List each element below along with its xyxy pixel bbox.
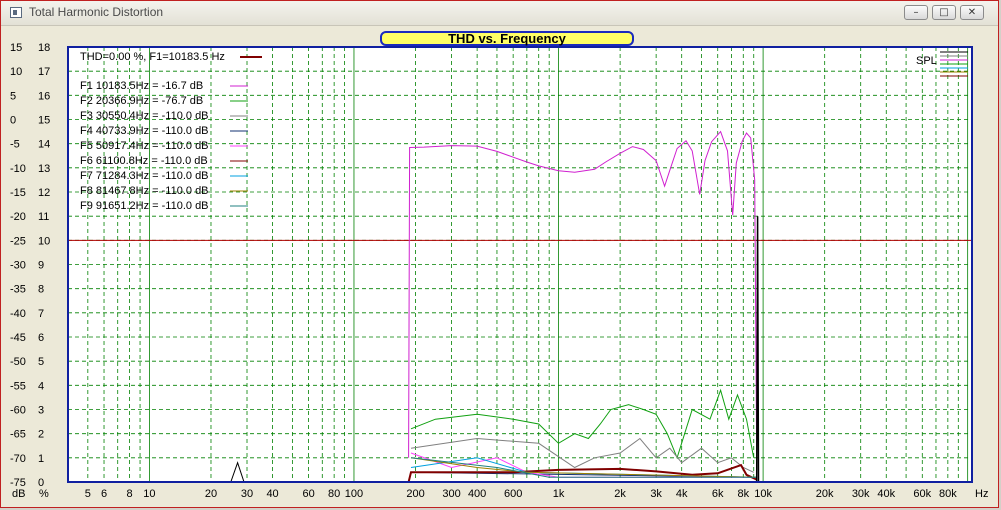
thd-chart: 15 1810 175 160 15-5 14-10 13-15 12-20 11-25 10-3… [10, 42, 988, 500]
y-tick-label-pct: 2 [38, 429, 44, 441]
legend-entry-label: F5 50917.4Hz = -110.0 dB [80, 140, 209, 152]
y-tick-label-db: -15 [10, 187, 26, 199]
x-tick-label: 80 [328, 488, 340, 500]
y-tick-label-db: 10 [10, 66, 22, 78]
y-tick-label-pct: 6 [38, 332, 44, 344]
y-tick-label-db: -50 [10, 356, 26, 368]
y-tick-label-db: 5 [10, 90, 16, 102]
thd-label: THD=0.00 %, F1=10183.5 Hz [80, 51, 225, 63]
y-tick-label-db: -20 [10, 211, 26, 223]
y-tick-label-pct: 11 [38, 211, 49, 223]
x-tick-label: 300 [442, 488, 460, 500]
y-tick-label-pct: 13 [38, 163, 50, 175]
x-tick-label: 2k [614, 488, 626, 500]
x-tick-label: 60k [913, 488, 931, 500]
y-tick-label-pct: 18 [38, 42, 50, 54]
x-axis-unit: Hz [975, 488, 988, 500]
y-tick-label-pct: 14 [38, 139, 50, 151]
x-tick-label: 200 [406, 488, 424, 500]
y-tick-label-db: -30 [10, 260, 26, 272]
y-tick-label-db: -60 [10, 405, 26, 417]
x-tick-label: 6k [712, 488, 724, 500]
legend-entry-label: F6 61100.8Hz = -110.0 dB [80, 155, 208, 167]
y-tick-label-pct: 1 [38, 453, 44, 465]
y-tick-label-db: -40 [10, 308, 26, 320]
x-tick-label: 40k [877, 488, 895, 500]
y-tick-label-pct: 3 [38, 405, 44, 417]
x-tick-label: 6 [101, 488, 107, 500]
x-tick-label: 5 [85, 488, 91, 500]
y-tick-label-pct: 4 [38, 380, 44, 392]
x-tick-label: 80k [939, 488, 957, 500]
x-tick-label: 600 [504, 488, 522, 500]
y-tick-label-db: -25 [10, 235, 26, 247]
x-tick-label: 30 [241, 488, 253, 500]
y-tick-label-db: -65 [10, 429, 26, 441]
legend-entry-label: F1 10183.5Hz = -16.7 dB [80, 80, 203, 92]
y-tick-label-pct: 15 [38, 115, 50, 127]
y-tick-label-pct: 12 [38, 187, 50, 199]
y-axis-unit-pct: % [39, 488, 49, 500]
x-tick-label: 20 [205, 488, 217, 500]
chart-title: THD vs. Frequency [380, 31, 634, 46]
y-tick-label-pct: 17 [38, 66, 50, 78]
x-tick-label: 8k [737, 488, 749, 500]
x-tick-label: 4k [676, 488, 688, 500]
x-tick-label: 10 [143, 488, 155, 500]
y-tick-label-pct: 16 [38, 90, 50, 102]
y-tick-label-db: 0 [10, 115, 16, 127]
y-tick-label-pct: 9 [38, 260, 44, 272]
y-tick-label-db: -45 [10, 332, 26, 344]
y-tick-label-db: -35 [10, 284, 26, 296]
x-tick-label: 8 [127, 488, 133, 500]
legend-entry-label: F4 40733.9Hz = -110.0 dB [80, 125, 209, 137]
legend-entry-label: F8 81467.8Hz = -110.0 dB [80, 185, 209, 197]
legend-entry-label: F9 91651.2Hz = -110.0 dB [80, 200, 209, 212]
x-tick-label: 100 [345, 488, 363, 500]
x-tick-label: 400 [468, 488, 486, 500]
x-tick-label: 30k [852, 488, 870, 500]
x-tick-label: 40 [266, 488, 278, 500]
y-axis-unit-db: dB [12, 488, 25, 500]
x-tick-label: 3k [650, 488, 662, 500]
y-tick-label-pct: 8 [38, 284, 44, 296]
x-tick-label: 10k [754, 488, 772, 500]
y-tick-label-db: -10 [10, 163, 26, 175]
y-tick-label-db: -5 [10, 139, 20, 151]
y-tick-label-db: -70 [10, 453, 26, 465]
y-tick-label-db: -55 [10, 380, 26, 392]
legend-entry-label: F7 71284.3Hz = -110.0 dB [80, 170, 209, 182]
x-tick-label: 1k [553, 488, 565, 500]
spl-legend-label: SPL [916, 55, 937, 67]
y-tick-label-pct: 5 [38, 356, 44, 368]
legend-entry-label: F2 20366.9Hz = -76.7 dB [80, 95, 203, 107]
legend-entry-label: F3 30550.4Hz = -110.0 dB [80, 110, 209, 122]
y-tick-label-pct: 7 [38, 308, 44, 320]
x-tick-label: 20k [816, 488, 834, 500]
y-tick-label-pct: 10 [38, 235, 50, 247]
x-tick-label: 60 [302, 488, 314, 500]
y-tick-label-db: 15 [10, 42, 22, 54]
